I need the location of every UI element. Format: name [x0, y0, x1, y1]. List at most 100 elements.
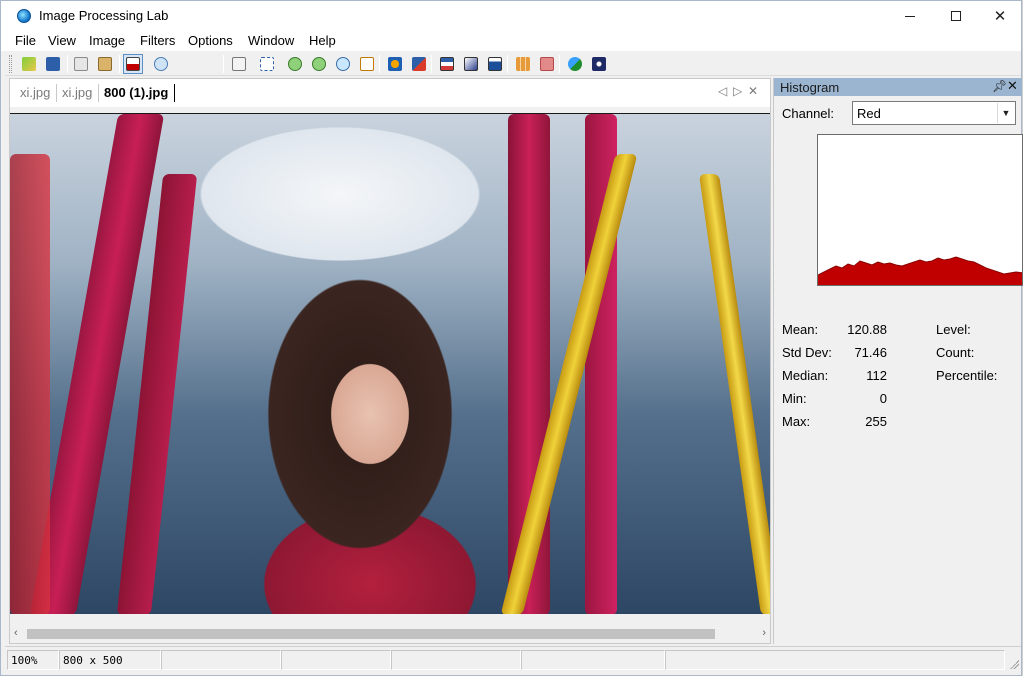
tab-cursor	[174, 84, 175, 102]
menu-help[interactable]: Help	[309, 33, 336, 48]
window-title: Image Processing Lab	[39, 8, 169, 23]
scroll-right-icon[interactable]: ›	[762, 627, 766, 639]
menu-options[interactable]: Options	[188, 33, 233, 48]
grayscale-button[interactable]	[461, 54, 481, 74]
toolbar-separator	[223, 55, 224, 73]
histogram-graph	[818, 256, 1022, 285]
resize-grip-icon[interactable]	[1009, 659, 1019, 669]
color-button[interactable]	[565, 54, 585, 74]
zoom-in-button[interactable]	[285, 54, 305, 74]
maximize-icon	[951, 11, 961, 21]
save-button[interactable]	[43, 54, 63, 74]
select-all-icon	[260, 57, 274, 71]
histogram-red-area	[818, 257, 1022, 285]
histogram-plot	[817, 134, 1023, 286]
image-info-icon	[154, 57, 168, 71]
color-icon	[568, 57, 582, 71]
scrollbar-thumb[interactable]	[27, 629, 715, 639]
status-cell	[161, 650, 281, 670]
menu-filters[interactable]: Filters	[140, 33, 175, 48]
fit-to-window-button[interactable]	[357, 54, 377, 74]
minimize-button[interactable]	[887, 1, 933, 31]
tab-divider	[98, 84, 99, 102]
tab-xi-jpg-2[interactable]: xi.jpg	[62, 85, 92, 100]
status-cell	[521, 650, 665, 670]
zoom-out-button[interactable]	[309, 54, 329, 74]
menu-bar: File View Image Filters Options Window H…	[1, 31, 1021, 51]
panel-close-icon[interactable]: ✕	[1007, 78, 1018, 94]
max-label: Max:	[782, 414, 811, 429]
count-label: Count:	[936, 345, 975, 360]
toolbar-separator	[119, 55, 120, 73]
toolbar-grip[interactable]	[9, 55, 12, 73]
toolbar-separator	[431, 55, 432, 73]
maximize-button[interactable]	[933, 1, 979, 31]
min-label: Min:	[782, 391, 807, 406]
minimize-icon	[905, 15, 915, 17]
level-label: Level:	[936, 322, 971, 337]
status-image-size: 800 x 500	[59, 650, 161, 670]
effect-button[interactable]	[589, 54, 609, 74]
tab-xi-jpg-1[interactable]: xi.jpg	[20, 85, 50, 100]
status-cell	[281, 650, 391, 670]
grid-icon	[516, 57, 530, 71]
toolbar-separator	[507, 55, 508, 73]
new-from-clipboard-button[interactable]	[229, 54, 249, 74]
chevron-right-icon[interactable]: ▷	[733, 84, 742, 98]
close-button[interactable]: ✕	[977, 1, 1023, 31]
copy-button[interactable]	[71, 54, 91, 74]
levels-icon	[440, 57, 454, 71]
image-canvas[interactable]	[10, 113, 770, 614]
levels-button[interactable]	[437, 54, 457, 74]
status-cell	[665, 650, 1005, 670]
menu-window[interactable]: Window	[248, 33, 294, 48]
image-info-button[interactable]	[151, 54, 171, 74]
grid-button[interactable]	[513, 54, 533, 74]
horizontal-scrollbar[interactable]: ‹ ›	[10, 625, 770, 642]
effect-icon	[592, 57, 606, 71]
channel-select[interactable]: Red ▼	[852, 101, 1016, 125]
paste-icon	[98, 57, 112, 71]
zoom-original-button[interactable]	[333, 54, 353, 74]
toolbar-separator	[559, 55, 560, 73]
new-from-clipboard-icon	[232, 57, 246, 71]
brightness-button[interactable]	[485, 54, 505, 74]
document-area: xi.jpg xi.jpg 800 (1).jpg ◁ ▷ ✕ ‹ ›	[9, 78, 771, 644]
chevron-left-icon[interactable]: ◁	[718, 84, 727, 98]
histogram-view-button[interactable]	[123, 54, 143, 74]
mean-label: Mean:	[782, 322, 819, 337]
menu-file[interactable]: File	[15, 33, 36, 48]
menu-view[interactable]: View	[48, 33, 76, 48]
move-button[interactable]	[385, 54, 405, 74]
move-icon	[388, 57, 402, 71]
menu-image[interactable]: Image	[89, 33, 125, 48]
scroll-left-icon[interactable]: ‹	[14, 627, 18, 639]
toolbar-separator	[379, 55, 380, 73]
title-bar: Image Processing Lab ✕	[1, 1, 1021, 31]
percentile-label: Percentile:	[936, 368, 998, 383]
histogram-title: Histogram	[780, 80, 840, 95]
median-label: Median:	[782, 368, 829, 383]
copy-icon	[74, 57, 88, 71]
mean-value: 120.88	[847, 322, 887, 337]
noise-icon	[540, 57, 554, 71]
zoom-original-icon	[336, 57, 350, 71]
channel-value: Red	[857, 106, 881, 121]
pin-icon[interactable]: 📌︎	[992, 79, 1007, 93]
histogram-panel: Histogram 📌︎ ✕ Channel: Red ▼ Mean: 120.…	[773, 78, 1023, 644]
open-button[interactable]	[19, 54, 39, 74]
select-all-button[interactable]	[257, 54, 277, 74]
chevron-down-icon[interactable]: ▼	[997, 103, 1014, 123]
desktop-background-right	[1022, 0, 1030, 676]
save-icon	[46, 57, 60, 71]
rotate-button[interactable]	[409, 54, 429, 74]
close-icon: ✕	[993, 8, 1007, 25]
toolbar-separator	[67, 55, 68, 73]
tab-800-1-jpg[interactable]: 800 (1).jpg	[104, 85, 168, 100]
tab-close-icon[interactable]: ✕	[748, 84, 758, 98]
status-zoom: 100%	[7, 650, 59, 670]
noise-button[interactable]	[537, 54, 557, 74]
paste-button[interactable]	[95, 54, 115, 74]
min-value: 0	[879, 391, 887, 406]
stddev-value: 71.46	[854, 345, 887, 360]
